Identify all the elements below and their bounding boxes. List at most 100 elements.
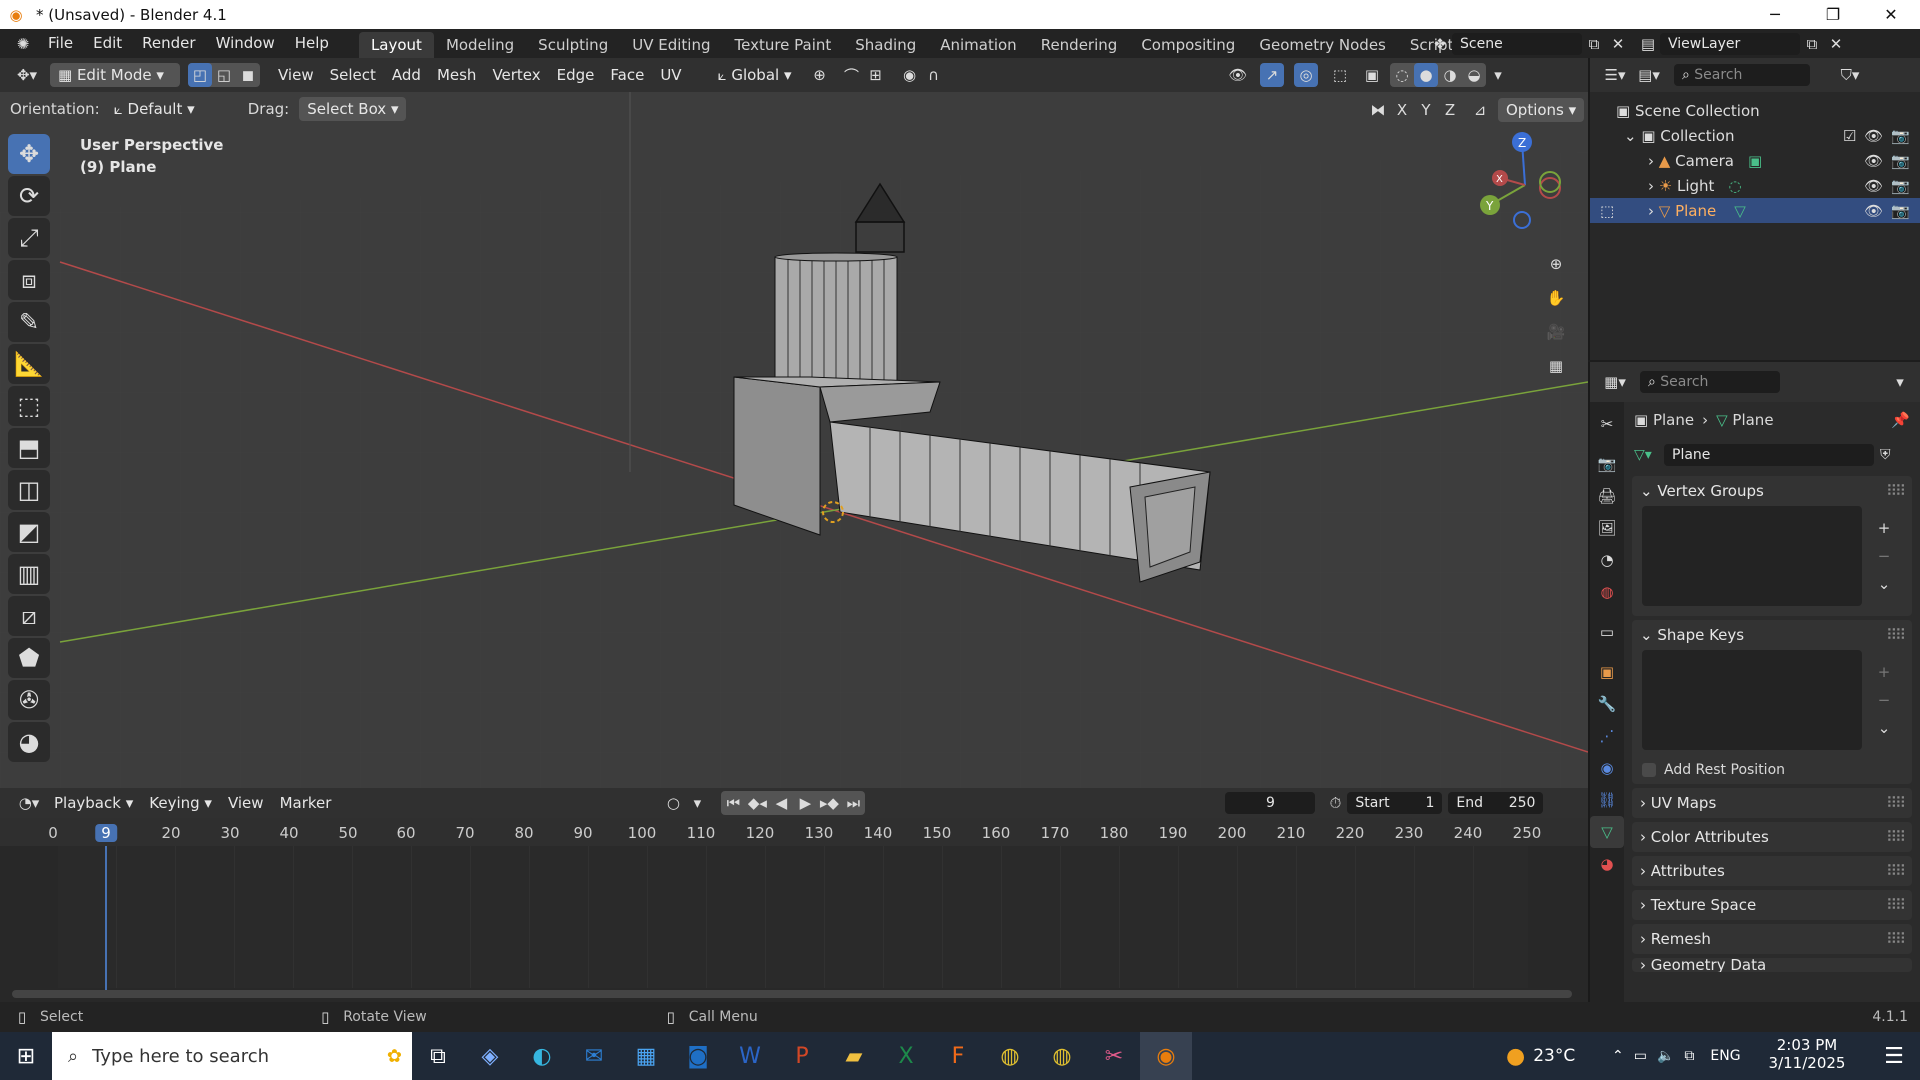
menu-render[interactable]: Render xyxy=(132,29,205,58)
mesh-datablock-icon[interactable]: ▽▾ xyxy=(1634,447,1664,463)
constraints-tab-icon[interactable]: ⛓ xyxy=(1590,784,1624,816)
color-attributes-panel[interactable]: › Color Attributes ⠿⠿ xyxy=(1632,822,1912,852)
menu-file[interactable]: File xyxy=(38,29,83,58)
new-view-layer-icon[interactable]: ⧉ xyxy=(1800,32,1824,56)
start-frame-field[interactable]: Start 1 xyxy=(1347,792,1443,814)
3d-viewport[interactable]: User Perspective (9) Plane ⧓ X Y Z ⊿ Opt… xyxy=(0,92,1588,788)
play-icon[interactable]: ▶ xyxy=(793,791,817,815)
chrome-profile-icon[interactable]: ◍ xyxy=(1036,1032,1088,1080)
xray-toggle-icon[interactable]: ▣ xyxy=(1360,63,1384,87)
snap-icon[interactable]: ⌒ xyxy=(840,63,864,87)
file-explorer-icon[interactable]: ▰ xyxy=(828,1032,880,1080)
foxit-icon[interactable]: F xyxy=(932,1032,984,1080)
eye-icon[interactable]: 👁 xyxy=(1864,152,1883,170)
end-frame-field[interactable]: End 250 xyxy=(1448,792,1544,814)
render-camera-icon[interactable]: 📷 xyxy=(1891,202,1910,220)
edge-browser-icon[interactable]: ◐ xyxy=(516,1032,568,1080)
powerpoint-icon[interactable]: P xyxy=(776,1032,828,1080)
minimize-button[interactable]: ─ xyxy=(1746,0,1804,29)
geometry-data-panel[interactable]: › Geometry Data xyxy=(1632,958,1912,972)
word-icon[interactable]: W xyxy=(724,1032,776,1080)
next-keyframe-icon[interactable]: ▸◆ xyxy=(817,791,841,815)
scene-collection-row[interactable]: ▣ Scene Collection xyxy=(1590,98,1920,123)
menu-window[interactable]: Window xyxy=(206,29,285,58)
remove-vertex-group-icon[interactable]: − xyxy=(1872,544,1896,568)
expand-icon[interactable]: › xyxy=(1648,202,1659,220)
properties-search[interactable]: ⌕ Search xyxy=(1640,371,1780,393)
vertex-groups-header[interactable]: ⌄ Vertex Groups ⠿⠿ xyxy=(1632,476,1912,506)
knife-tool-icon[interactable]: ⧄ xyxy=(8,596,50,636)
world-tab-icon[interactable]: ◍ xyxy=(1590,576,1624,608)
outliner-search[interactable]: ⌕ Search xyxy=(1674,64,1810,86)
notifications-icon[interactable]: ☰ xyxy=(1868,1032,1920,1080)
remove-shape-key-icon[interactable]: − xyxy=(1872,688,1896,712)
close-button[interactable]: ✕ xyxy=(1862,0,1920,29)
timeline-area[interactable]: 0 9 20 30 40 50 60 70 80 90 100 110 120 … xyxy=(0,818,1588,1002)
drag-dropdown[interactable]: Select Box ▾ xyxy=(299,97,407,121)
ortho-toggle-icon[interactable]: ▦ xyxy=(1542,349,1570,383)
eye-icon[interactable]: 👁 xyxy=(1864,127,1883,145)
menu-mesh[interactable]: Mesh xyxy=(429,63,485,87)
taskbar-search[interactable]: ⌕ Type here to search ✿ xyxy=(52,1032,412,1080)
spin-tool-icon[interactable]: ✇ xyxy=(8,680,50,720)
scale-tool-icon[interactable]: ⤢ xyxy=(8,218,50,258)
texture-space-panel[interactable]: › Texture Space ⠿⠿ xyxy=(1632,890,1912,920)
uv-maps-panel[interactable]: › UV Maps ⠿⠿ xyxy=(1632,788,1912,818)
menu-add[interactable]: Add xyxy=(384,63,429,87)
mirror-icon[interactable]: ⧓ xyxy=(1366,98,1390,122)
auto-merge-icon[interactable]: ⊿ xyxy=(1468,98,1492,122)
menu-uv[interactable]: UV xyxy=(652,63,689,87)
menu-keying[interactable]: Keying ▾ xyxy=(141,791,220,815)
object-tab-icon[interactable]: ▣ xyxy=(1590,656,1624,688)
modifier-tab-icon[interactable]: 🔧 xyxy=(1590,688,1624,720)
panel-grip-icon[interactable]: ⠿⠿ xyxy=(1886,890,1906,920)
keying-set-icon[interactable]: ▾ xyxy=(685,791,709,815)
outliner-item-light[interactable]: › ☀ Light ◌ 👁 📷 xyxy=(1590,173,1920,198)
remesh-panel[interactable]: › Remesh ⠿⠿ xyxy=(1632,924,1912,954)
editor-type-icon[interactable]: ✥▾ xyxy=(10,63,44,87)
filter-icon[interactable]: ⛉▾ xyxy=(1838,63,1862,87)
tab-compositing[interactable]: Compositing xyxy=(1129,32,1247,58)
mirror-x-toggle[interactable]: X xyxy=(1390,98,1414,122)
mode-dropdown[interactable]: ▦ Edit Mode ▾ xyxy=(50,63,180,87)
copilot-icon[interactable]: ◈ xyxy=(464,1032,516,1080)
prev-keyframe-icon[interactable]: ◆◂ xyxy=(745,791,769,815)
jump-start-icon[interactable]: ⏮ xyxy=(721,791,745,815)
outlook-classic-icon[interactable]: ◙ xyxy=(672,1032,724,1080)
orientation-dropdown[interactable]: ⟀ Default ▾ xyxy=(106,97,226,121)
shape-keys-list[interactable] xyxy=(1642,650,1862,750)
camera-data-icon[interactable]: ▣ xyxy=(1748,152,1762,170)
show-hidden-icons-icon[interactable]: ⌃ xyxy=(1612,1048,1624,1064)
blender-menu-icon[interactable]: ✺ xyxy=(8,32,38,56)
scene-icon[interactable]: ❖ xyxy=(1428,32,1452,56)
language-indicator[interactable]: ENG xyxy=(1710,1048,1740,1064)
taskbar-clock[interactable]: 2:03 PM 3/11/2025 xyxy=(1752,1036,1862,1072)
vertex-groups-list[interactable] xyxy=(1642,506,1862,606)
mesh-data-icon[interactable]: ▽ xyxy=(1734,202,1746,220)
snap-target-icon[interactable]: ⊞ xyxy=(864,63,888,87)
render-tab-icon[interactable]: 📷 xyxy=(1590,448,1624,480)
tab-sculpting[interactable]: Sculpting xyxy=(526,32,620,58)
current-frame-field[interactable]: 9 xyxy=(1225,792,1316,814)
wireframe-shading-icon[interactable]: ◌ xyxy=(1390,63,1414,87)
view-layer-icon[interactable]: ▤ xyxy=(1636,32,1660,56)
auto-key-icon[interactable]: ○ xyxy=(661,791,685,815)
particles-tab-icon[interactable]: ⋰ xyxy=(1590,720,1624,752)
annotate-tool-icon[interactable]: ✎ xyxy=(8,302,50,342)
tool-tab-icon[interactable]: ✂ xyxy=(1590,408,1624,440)
menu-edit[interactable]: Edit xyxy=(83,29,132,58)
menu-marker[interactable]: Marker xyxy=(272,791,340,815)
outliner-item-plane[interactable]: ⬚ › ▽ Plane ▽ 👁 📷 xyxy=(1590,198,1920,223)
zoom-icon[interactable]: ⊕ xyxy=(1542,247,1570,281)
scene-name-field[interactable]: Scene xyxy=(1452,33,1582,55)
panel-grip-icon[interactable]: ⠿⠿ xyxy=(1886,822,1906,852)
shape-keys-header[interactable]: ⌄ Shape Keys ⠿⠿ xyxy=(1632,620,1912,650)
chrome-icon[interactable]: ◍ xyxy=(984,1032,1036,1080)
playhead-label[interactable]: 9 xyxy=(95,824,117,842)
view-layer-tab-icon[interactable]: 🖼 xyxy=(1590,512,1624,544)
add-rest-position-row[interactable]: Add Rest Position xyxy=(1632,756,1912,784)
menu-edge[interactable]: Edge xyxy=(549,63,603,87)
add-cube-tool-icon[interactable]: ⬚ xyxy=(8,386,50,426)
add-shape-key-icon[interactable]: + xyxy=(1872,660,1896,684)
data-tab-icon[interactable]: ▽ xyxy=(1590,816,1624,848)
